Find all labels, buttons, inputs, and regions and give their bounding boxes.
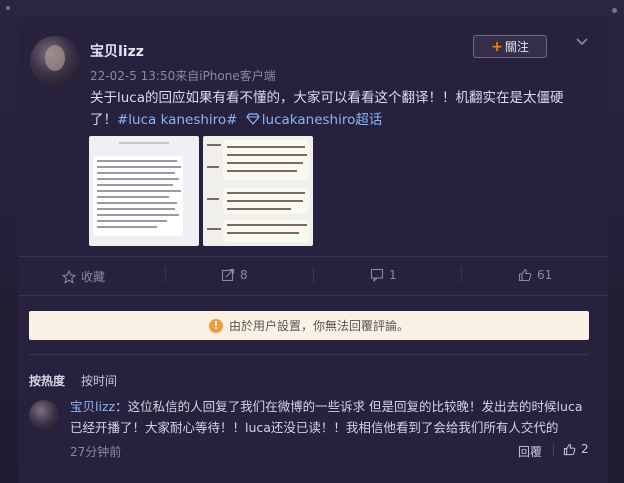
- comment-reply-button[interactable]: 回覆: [518, 443, 542, 460]
- comment-username[interactable]: 宝贝lizz: [70, 399, 115, 414]
- comment-like-count: 2: [581, 442, 589, 456]
- favorite-label: 收藏: [81, 270, 106, 284]
- comment-icon: [370, 268, 384, 282]
- reply-disabled-notice: ! 由於用户設置，你無法回覆評論。: [29, 311, 589, 340]
- diamond-icon: [246, 113, 260, 125]
- divider: [553, 444, 554, 457]
- divider: [18, 256, 608, 257]
- post-image-thumbnail[interactable]: [89, 136, 199, 246]
- comment-like-button[interactable]: 2: [563, 442, 589, 456]
- follow-button[interactable]: + 關注: [473, 35, 547, 58]
- repost-count: 8: [240, 268, 248, 282]
- like-count: 61: [537, 268, 553, 282]
- repost-icon: [221, 268, 235, 282]
- divider: [18, 295, 608, 296]
- comment-count: 1: [389, 268, 397, 282]
- post-image-thumbnail[interactable]: [203, 136, 313, 246]
- repost-button[interactable]: 8: [221, 268, 248, 282]
- comment-avatar[interactable]: [29, 400, 59, 430]
- warning-icon: !: [208, 318, 223, 333]
- star-icon: [62, 269, 76, 284]
- divider: [461, 267, 462, 283]
- chevron-down-icon[interactable]: [573, 34, 591, 50]
- comment-time: 27分钟前: [70, 445, 122, 459]
- post-text-line2: 了！#luca kaneshiro# lucakaneshiro超话: [90, 109, 590, 131]
- post-username[interactable]: 宝贝lizz: [90, 41, 144, 61]
- follow-label: 關注: [504, 40, 529, 54]
- favorite-button[interactable]: 收藏: [62, 268, 105, 285]
- tab-sort-hot[interactable]: 按热度: [29, 372, 65, 389]
- background-sparkle: [612, 8, 617, 13]
- plus-icon: +: [491, 38, 503, 55]
- post-text-line2-prefix: 了！: [90, 112, 117, 128]
- comment-body: 宝贝lizz：这位私信的人回复了我们在微博的一些诉求 但是回复的比较晚！发出去的…: [70, 396, 590, 438]
- avatar[interactable]: [30, 36, 80, 86]
- weibo-post-card: 宝贝lizz 22-02-5 13:50来自iPhone客户端 + 關注 关于l…: [18, 16, 608, 483]
- background-sparkle: [6, 6, 10, 10]
- thumbs-up-icon: [563, 443, 576, 455]
- hashtag-link[interactable]: #luca kaneshiro#: [117, 112, 238, 128]
- post-text-line1: 关于luca的回应如果有看不懂的，大家可以看看这个翻译！！机翻实在是太僵硬: [90, 90, 564, 106]
- divider: [165, 267, 166, 283]
- tab-sort-time[interactable]: 按时间: [81, 372, 117, 389]
- notice-text: 由於用户設置，你無法回覆評論。: [228, 319, 409, 333]
- comment-button[interactable]: 1: [370, 268, 397, 282]
- comment-text: ：这位私信的人回复了我们在微博的一些诉求 但是回复的比较晚！发出去的时候luca…: [70, 399, 583, 435]
- comment-sort-tabs: 按热度 按时间: [29, 372, 117, 389]
- like-button[interactable]: 61: [518, 268, 552, 282]
- post-meta: 22-02-5 13:50来自iPhone客户端: [90, 69, 276, 83]
- supertopic-link[interactable]: lucakaneshiro超话: [262, 112, 383, 128]
- divider: [29, 354, 589, 355]
- thumbs-up-icon: [518, 268, 532, 282]
- post-body: 关于luca的回应如果有看不懂的，大家可以看看这个翻译！！机翻实在是太僵硬 了！…: [90, 87, 590, 131]
- divider: [313, 267, 314, 283]
